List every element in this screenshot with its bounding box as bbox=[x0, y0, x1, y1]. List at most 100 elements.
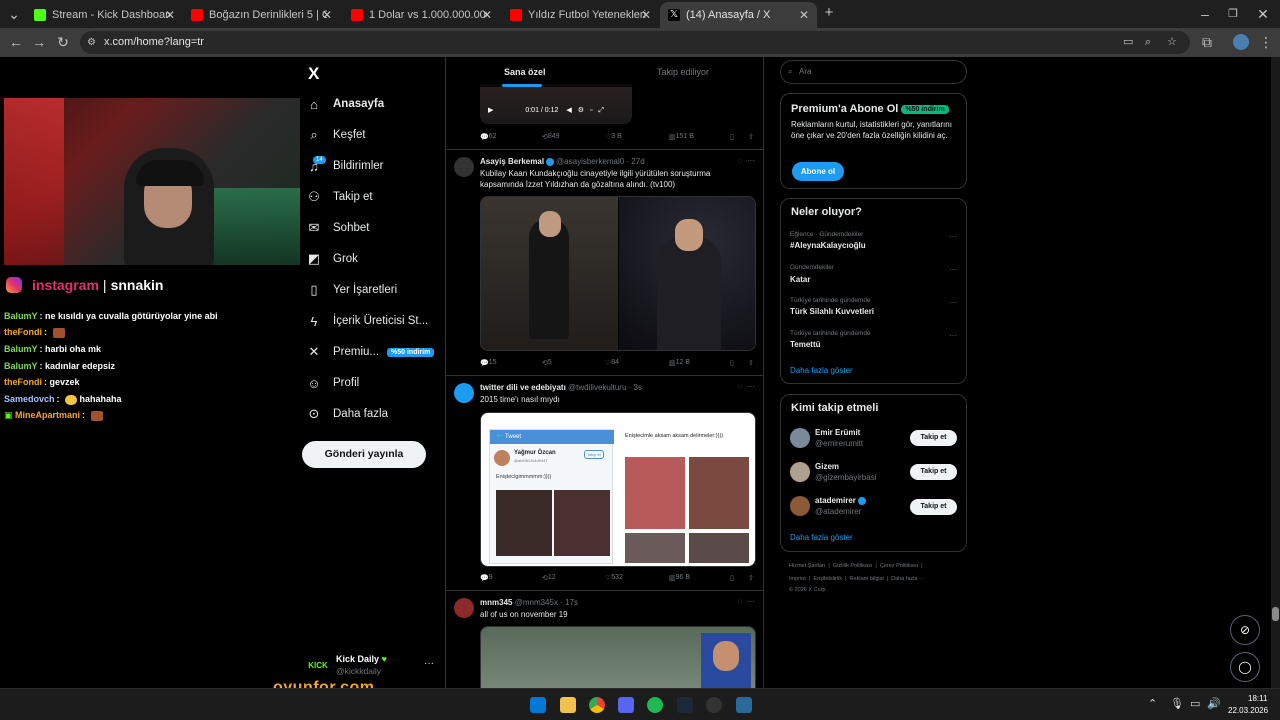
nav-more[interactable]: ⊙ Daha fazla bbox=[306, 403, 388, 425]
timeline[interactable]: Sana özel Takip ediliyor ▶ 0:01 / 0:12 ◀… bbox=[445, 57, 764, 688]
like-count[interactable]: ♡ 3 B bbox=[605, 133, 622, 141]
close-tab-icon[interactable]: ✕ bbox=[482, 8, 492, 22]
trend-more-icon[interactable]: ··· bbox=[949, 232, 957, 241]
repost-count[interactable]: ⟲ 849 bbox=[542, 133, 560, 141]
scrollbar-thumb[interactable] bbox=[1272, 607, 1279, 621]
footer-link[interactable]: Erişilebilirlik bbox=[813, 576, 842, 582]
nav-creator-studio[interactable]: ϟ İçerik Üreticisi St... bbox=[306, 310, 429, 332]
browser-tab-youtube-1[interactable]: Boğazın Derinlikleri 5 | Ortaköy ✕ bbox=[183, 2, 340, 28]
nav-chat[interactable]: ✉ Sohbet bbox=[306, 217, 370, 239]
nav-bookmarks[interactable]: ▯ Yer İşaretleri bbox=[306, 279, 397, 301]
suggested-user-name[interactable]: Gizem bbox=[815, 462, 839, 471]
grok-icon[interactable]: ◌ bbox=[738, 156, 743, 165]
reply-count[interactable]: 💬 62 bbox=[480, 133, 497, 141]
trend-more-icon[interactable]: ··· bbox=[949, 331, 957, 340]
volume-icon[interactable]: 🔊 bbox=[1207, 697, 1221, 710]
steam-icon[interactable] bbox=[677, 697, 693, 713]
subscribe-button[interactable]: Abone ol bbox=[792, 162, 844, 181]
discord-icon[interactable] bbox=[618, 697, 634, 713]
views-count[interactable]: ▥ 12 B bbox=[669, 359, 690, 367]
zoom-icon[interactable]: ⌕ bbox=[1145, 31, 1151, 54]
tweet-media[interactable] bbox=[480, 196, 756, 351]
address-bar[interactable]: ⚙ x.com/home?lang=tr ▭ ⌕ ☆ bbox=[80, 31, 1190, 54]
repost-count[interactable]: ⟲ 5 bbox=[542, 359, 552, 367]
grok-float-icon[interactable]: ⊘ bbox=[1230, 615, 1260, 645]
author-name[interactable]: Asayiş Berkemal bbox=[480, 157, 544, 166]
nav-follow[interactable]: ⚇ Takip et bbox=[306, 186, 372, 208]
share-icon[interactable]: ⇧ bbox=[748, 133, 754, 141]
close-window-icon[interactable]: ✕ bbox=[1255, 6, 1271, 22]
views-count[interactable]: ▥ 151 B bbox=[669, 133, 694, 141]
tab-following[interactable]: Takip ediliyor bbox=[657, 67, 709, 77]
reply-count[interactable]: 💬 15 bbox=[480, 359, 497, 367]
nav-grok[interactable]: ◩ Grok bbox=[306, 248, 358, 270]
account-more-icon[interactable]: ··· bbox=[424, 658, 434, 669]
follow-button[interactable]: Takip et bbox=[910, 464, 957, 480]
app-icon[interactable] bbox=[736, 697, 752, 713]
avatar[interactable] bbox=[790, 496, 810, 516]
forward-icon[interactable]: → bbox=[31, 34, 47, 50]
nav-home[interactable]: ⌂ Anasayfa bbox=[306, 93, 384, 115]
close-tab-icon[interactable]: ✕ bbox=[322, 8, 332, 22]
network-icon[interactable]: ▭ bbox=[1190, 697, 1200, 710]
play-icon[interactable]: ▶ bbox=[488, 107, 493, 114]
profile-avatar-icon[interactable] bbox=[1233, 34, 1249, 50]
bookmark-star-icon[interactable]: ☆ bbox=[1167, 31, 1177, 54]
nav-premium[interactable]: ✕ Premiu... %50 indirim bbox=[306, 341, 435, 363]
tray-chevron-icon[interactable]: ⌃ bbox=[1148, 697, 1157, 710]
share-icon[interactable]: ⇧ bbox=[748, 574, 754, 582]
avatar[interactable] bbox=[454, 157, 474, 177]
trends-show-more-link[interactable]: Daha fazla göster bbox=[790, 366, 853, 375]
settings-icon[interactable]: ⚙ bbox=[578, 107, 584, 114]
like-count[interactable]: ♡ 84 bbox=[605, 359, 619, 367]
tab-for-you[interactable]: Sana özel bbox=[504, 67, 546, 77]
pip-icon[interactable]: ▫ bbox=[590, 107, 592, 114]
grok-icon[interactable]: ◌ bbox=[738, 597, 743, 606]
grok-icon[interactable]: ◌ bbox=[738, 382, 743, 391]
x-logo-icon[interactable]: X bbox=[308, 64, 319, 84]
post-button[interactable]: Gönderi yayınla bbox=[302, 441, 426, 468]
obs-icon[interactable] bbox=[706, 697, 722, 713]
site-info-icon[interactable]: ⚙ bbox=[87, 31, 96, 54]
chrome-icon[interactable] bbox=[589, 697, 605, 713]
trend-name[interactable]: Türk Silahlı Kuvvetleri bbox=[790, 307, 874, 316]
file-explorer-icon[interactable] bbox=[560, 697, 576, 713]
trend-more-icon[interactable]: ··· bbox=[949, 265, 957, 274]
volume-icon[interactable]: ◀ bbox=[566, 107, 571, 114]
footer-link[interactable]: Daha fazla ··· bbox=[891, 576, 924, 582]
browser-menu-icon[interactable]: ⋮ bbox=[1258, 34, 1274, 50]
clock-date[interactable]: 22.03.2026 bbox=[1228, 706, 1268, 715]
author-name[interactable]: mnm345 bbox=[480, 598, 512, 607]
follow-button[interactable]: Takip et bbox=[910, 430, 957, 446]
author-name[interactable]: twitter dili ve edebiyatı bbox=[480, 383, 566, 392]
avatar[interactable] bbox=[454, 383, 474, 403]
views-count[interactable]: ▥ 96 B bbox=[669, 574, 690, 582]
cast-icon[interactable]: ▭ bbox=[1123, 31, 1133, 54]
bookmark-icon[interactable]: ▯ bbox=[730, 359, 734, 367]
tab-search-icon[interactable]: ⌄ bbox=[6, 6, 22, 22]
extensions-icon[interactable]: ⧉ bbox=[1199, 34, 1215, 50]
scrollbar[interactable] bbox=[1271, 57, 1280, 688]
footer-link[interactable]: Çerez Politikası bbox=[880, 563, 918, 569]
video-player[interactable]: ▶ 0:01 / 0:12 ◀ ⚙ ▫ ⤢ bbox=[480, 84, 632, 124]
fullscreen-icon[interactable]: ⤢ bbox=[598, 107, 604, 114]
spotify-icon[interactable] bbox=[647, 697, 663, 713]
browser-tab-x[interactable]: 𝕏 (14) Anasayfa / X ✕ bbox=[660, 2, 817, 28]
trend-more-icon[interactable]: ··· bbox=[949, 298, 957, 307]
author-handle[interactable]: @asayisberkemal0 · 27d bbox=[556, 157, 645, 166]
back-icon[interactable]: ← bbox=[8, 34, 24, 50]
minimize-icon[interactable]: – bbox=[1197, 6, 1213, 22]
clock-time[interactable]: 18:11 bbox=[1248, 694, 1267, 703]
nav-profile[interactable]: ☺ Profil bbox=[306, 372, 359, 394]
suggested-user-name[interactable]: atademirer bbox=[815, 496, 867, 505]
tweet-media[interactable]: 🐦 Tweet Yağmur Özcan @afz0812s4d9447 Tak… bbox=[480, 412, 756, 567]
trend-name[interactable]: #AleynaKalaycıoğlu bbox=[790, 241, 866, 250]
trend-name[interactable]: Katar bbox=[790, 275, 810, 284]
follow-button[interactable]: Takip et bbox=[910, 499, 957, 515]
suggested-user-name[interactable]: Emir Erümit bbox=[815, 428, 860, 437]
bookmark-icon[interactable]: ▯ bbox=[730, 133, 734, 141]
footer-link[interactable]: Imprint bbox=[789, 576, 806, 582]
browser-tab-youtube-3[interactable]: Yıldız Futbol Yeteneklerimi Puan ✕ bbox=[502, 2, 659, 28]
more-icon[interactable]: ··· bbox=[747, 156, 755, 165]
start-icon[interactable] bbox=[530, 697, 546, 713]
